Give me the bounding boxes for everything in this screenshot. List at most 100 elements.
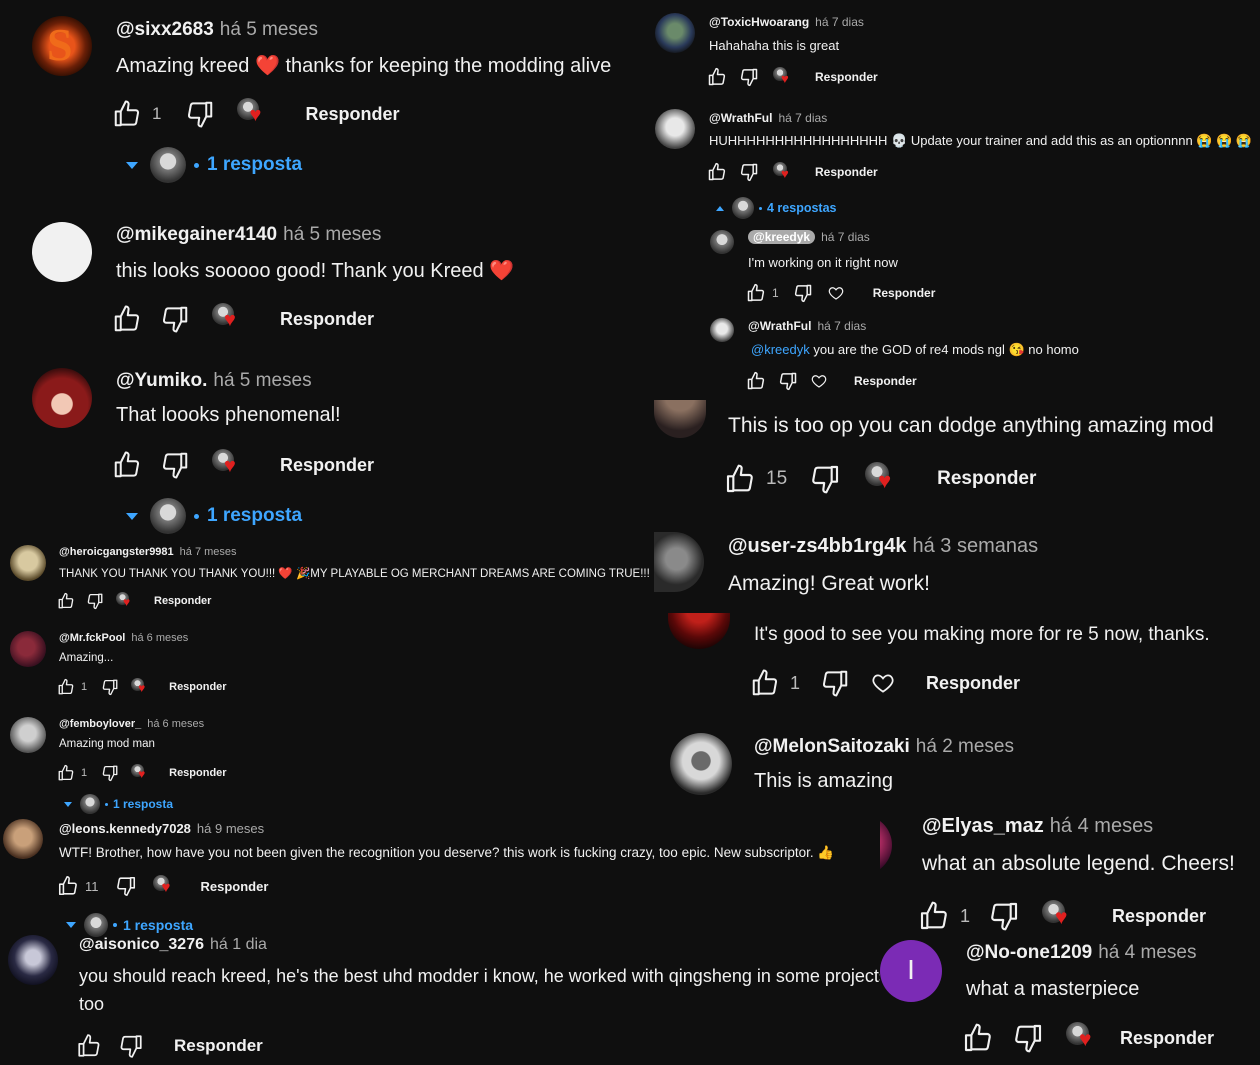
comment-author[interactable]: @MelonSaitozaki há 2 meses — [754, 736, 1014, 758]
comment-time[interactable]: há 4 meses — [1050, 815, 1153, 837]
avatar[interactable] — [32, 222, 92, 282]
comment-time[interactable]: há 5 meses — [213, 370, 311, 391]
thumb-down-icon[interactable] — [793, 283, 813, 303]
comment-time[interactable]: há 2 meses — [916, 736, 1014, 757]
heart-outline-icon[interactable] — [827, 284, 845, 302]
comment-time[interactable]: há 5 meses — [283, 224, 381, 245]
comment-author[interactable]: @No-one1209 há 4 meses — [966, 942, 1196, 964]
thumb-up-icon[interactable] — [57, 875, 79, 897]
avatar[interactable] — [10, 717, 46, 753]
thumb-up-icon[interactable] — [918, 900, 950, 932]
thumb-up-icon[interactable] — [962, 1022, 994, 1054]
thumb-up-icon[interactable] — [707, 67, 727, 87]
reply-button[interactable]: Responder — [174, 1036, 263, 1056]
comment-author[interactable]: @heroicgangster9981 há 7 meses — [59, 546, 237, 558]
avatar[interactable] — [655, 109, 695, 149]
avatar[interactable] — [668, 613, 730, 649]
avatar[interactable] — [710, 318, 734, 342]
heart-outline-icon[interactable] — [870, 670, 896, 696]
thumb-up-icon[interactable] — [57, 592, 75, 610]
reply-button[interactable]: Responder — [854, 374, 917, 388]
comment-author[interactable]: @sixx2683 há 5 meses — [116, 19, 318, 41]
avatar[interactable]: I — [880, 940, 942, 1002]
comment-author[interactable]: @WrathFul há 7 dias — [748, 319, 866, 333]
avatar[interactable] — [654, 532, 704, 592]
thumb-up-icon[interactable] — [707, 162, 727, 182]
hide-replies-button[interactable]: 4 respostas — [716, 197, 836, 219]
comment-author[interactable]: @aisonico_3276 há 1 dia — [79, 936, 267, 954]
comment-author[interactable]: @user-zs4bb1rg4k há 3 semanas — [728, 535, 1038, 558]
comment-author[interactable]: @Elyas_maz há 4 meses — [922, 815, 1153, 838]
comment-time[interactable]: há 9 meses — [197, 821, 264, 836]
reply-button[interactable]: Responder — [937, 468, 1036, 490]
avatar[interactable] — [32, 368, 92, 428]
view-replies-button[interactable]: 1 resposta — [64, 794, 173, 814]
thumb-up-icon[interactable] — [57, 764, 75, 782]
avatar[interactable] — [3, 819, 43, 859]
comment-time[interactable]: há 7 meses — [180, 546, 237, 558]
reply-button[interactable]: Responder — [305, 104, 399, 125]
comment-time[interactable]: há 7 dias — [821, 230, 870, 244]
thumb-down-icon[interactable] — [1012, 1022, 1044, 1054]
view-replies-button[interactable]: 1 resposta — [126, 147, 302, 183]
thumb-up-icon[interactable] — [750, 668, 780, 698]
thumb-down-icon[interactable] — [185, 99, 215, 129]
avatar[interactable] — [880, 815, 892, 875]
thumb-up-icon[interactable] — [76, 1033, 102, 1059]
comment-author[interactable]: @Mr.fckPool há 6 meses — [59, 632, 188, 644]
comment-time[interactable]: há 6 meses — [131, 632, 188, 644]
avatar[interactable] — [710, 230, 734, 254]
reply-button[interactable]: Responder — [815, 165, 878, 179]
comment-author[interactable]: @leons.kennedy7028 há 9 meses — [59, 821, 264, 836]
mention-link[interactable]: @kreedyk — [751, 342, 810, 357]
thumb-up-icon[interactable] — [57, 678, 75, 696]
reply-button[interactable]: Responder — [169, 767, 226, 779]
comment-author[interactable]: @ToxicHwoarang há 7 dias — [709, 15, 864, 29]
thumb-down-icon[interactable] — [988, 900, 1020, 932]
reply-button[interactable]: Responder — [280, 455, 374, 476]
thumb-down-icon[interactable] — [160, 450, 190, 480]
avatar[interactable] — [8, 935, 58, 985]
thumb-down-icon[interactable] — [101, 764, 119, 782]
avatar[interactable]: S — [32, 16, 92, 76]
comment-author[interactable]: @Yumiko. há 5 meses — [116, 370, 312, 392]
avatar[interactable] — [10, 631, 46, 667]
comment-author[interactable]: @kreedyk há 7 dias — [748, 230, 870, 244]
reply-button[interactable]: Responder — [154, 595, 211, 607]
reply-button[interactable]: Responder — [1120, 1028, 1214, 1049]
reply-button[interactable]: Responder — [201, 879, 269, 894]
thumb-up-icon[interactable] — [112, 99, 142, 129]
avatar[interactable] — [10, 545, 46, 581]
reply-button[interactable]: Responder — [926, 673, 1020, 694]
thumb-down-icon[interactable] — [778, 371, 798, 391]
view-replies-button[interactable]: 1 resposta — [126, 498, 302, 534]
avatar[interactable] — [654, 400, 706, 438]
comment-time[interactable]: há 6 meses — [147, 718, 204, 730]
comment-author[interactable]: @mikegainer4140 há 5 meses — [116, 224, 381, 246]
thumb-up-icon[interactable] — [112, 450, 142, 480]
thumb-down-icon[interactable] — [101, 678, 119, 696]
thumb-down-icon[interactable] — [820, 668, 850, 698]
comment-time[interactable]: há 3 semanas — [912, 535, 1038, 557]
comment-time[interactable]: há 7 dias — [815, 15, 864, 29]
comment-time[interactable]: há 7 dias — [778, 111, 827, 125]
thumb-down-icon[interactable] — [118, 1033, 144, 1059]
thumb-up-icon[interactable] — [724, 463, 756, 495]
thumb-up-icon[interactable] — [112, 304, 142, 334]
thumb-down-icon[interactable] — [115, 875, 137, 897]
reply-button[interactable]: Responder — [815, 70, 878, 84]
thumb-down-icon[interactable] — [160, 304, 190, 334]
thumb-down-icon[interactable] — [86, 592, 104, 610]
comment-time[interactable]: há 1 dia — [210, 936, 267, 953]
heart-outline-icon[interactable] — [810, 372, 828, 390]
comment-author[interactable]: @WrathFul há 7 dias — [709, 111, 827, 125]
comment-author[interactable]: @femboylover_ há 6 meses — [59, 718, 204, 730]
thumb-down-icon[interactable] — [739, 162, 759, 182]
thumb-down-icon[interactable] — [739, 67, 759, 87]
avatar[interactable] — [655, 13, 695, 53]
reply-button[interactable]: Responder — [280, 309, 374, 330]
thumb-up-icon[interactable] — [746, 371, 766, 391]
reply-button[interactable]: Responder — [873, 286, 936, 300]
comment-time[interactable]: há 5 meses — [220, 19, 318, 40]
thumb-down-icon[interactable] — [809, 463, 841, 495]
